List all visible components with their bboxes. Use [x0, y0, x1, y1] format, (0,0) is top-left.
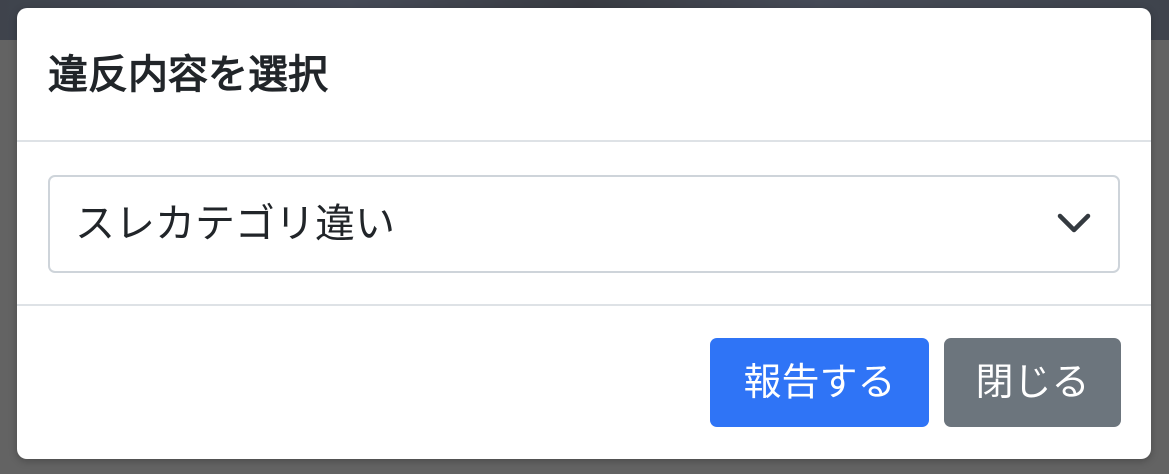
modal-body: スレカテゴリ違い — [17, 142, 1151, 306]
close-button[interactable]: 閉じる — [944, 338, 1121, 427]
modal-footer: 報告する 閉じる — [17, 306, 1151, 459]
chevron-down-icon — [1054, 203, 1094, 243]
modal-header: 違反内容を選択 — [17, 8, 1151, 142]
violation-type-selected-value: スレカテゴリ違い — [75, 201, 395, 247]
violation-type-select[interactable]: スレカテゴリ違い — [48, 175, 1120, 273]
report-button[interactable]: 報告する — [710, 338, 929, 427]
report-modal: 違反内容を選択 スレカテゴリ違い 報告する 閉じる — [17, 8, 1151, 459]
modal-title: 違反内容を選択 — [48, 52, 328, 98]
